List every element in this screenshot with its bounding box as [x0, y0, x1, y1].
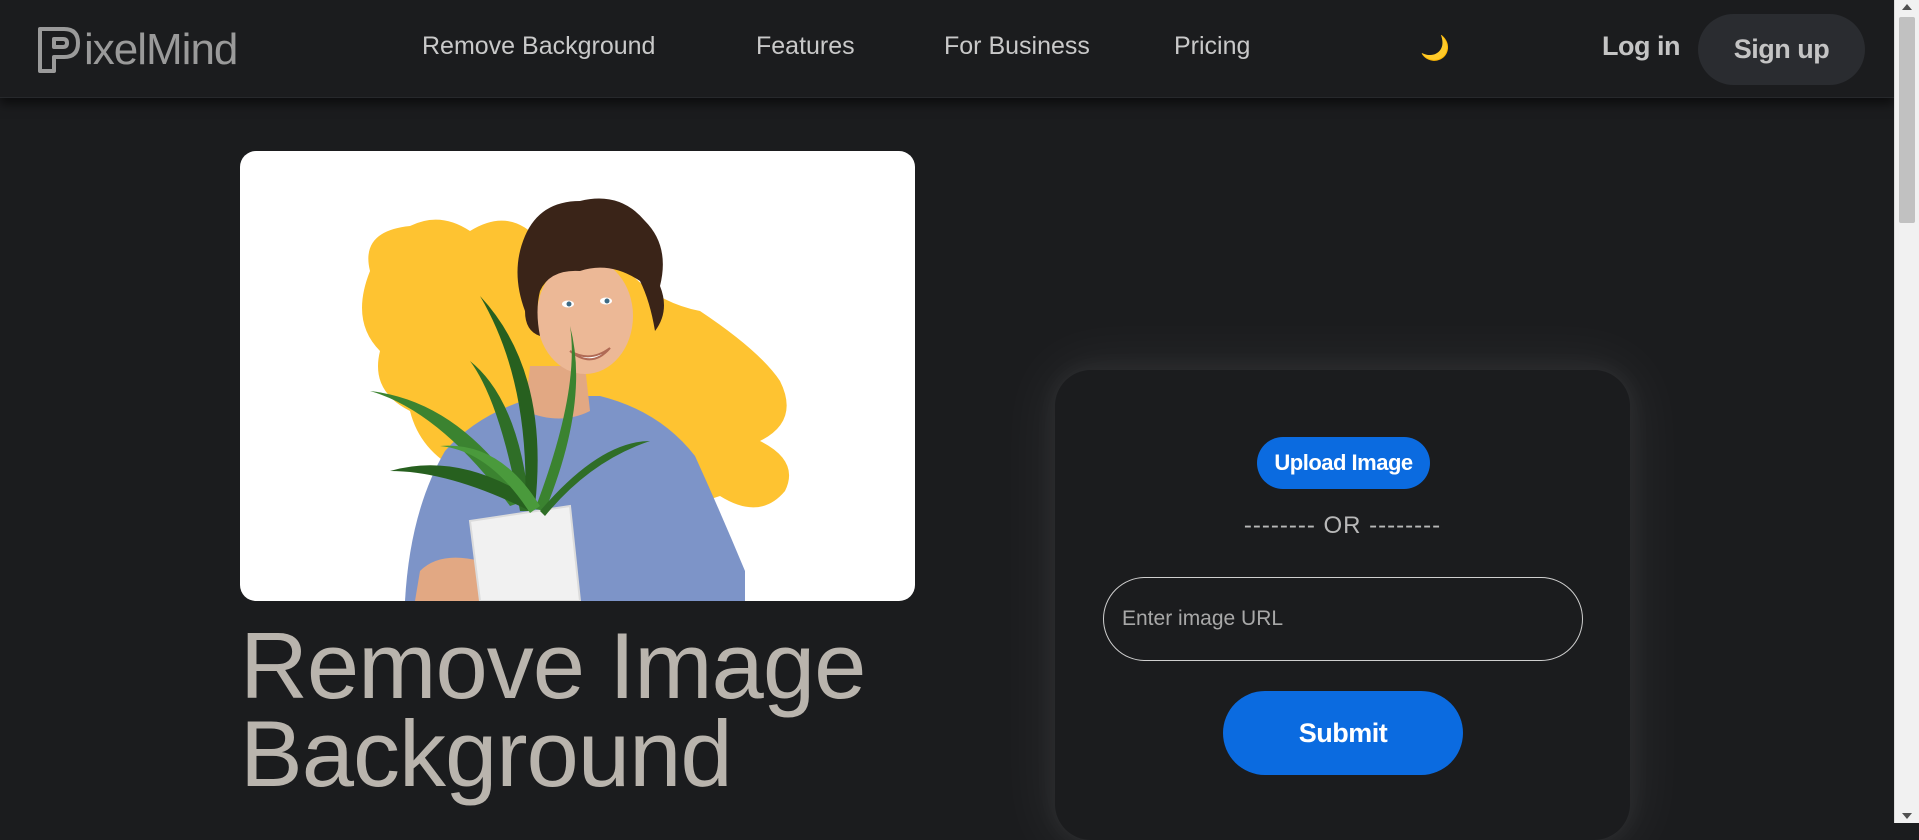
page-scrollbar[interactable] [1894, 0, 1919, 823]
plant-pot-shape [468, 504, 582, 601]
upload-card: Upload Image -------- OR -------- Submit [1055, 370, 1630, 840]
hero-title-line-2: Background [240, 701, 733, 806]
scroll-up-arrow-icon[interactable] [1902, 4, 1912, 10]
nav-link-for-business[interactable]: For Business [944, 32, 1090, 61]
hero-title-line-1: Remove Image [240, 613, 866, 718]
login-button[interactable]: Log in [1602, 31, 1680, 62]
signup-button[interactable]: Sign up [1698, 14, 1865, 85]
hero-illustration [362, 198, 790, 601]
nav-link-pricing[interactable]: Pricing [1174, 32, 1250, 61]
nav-link-remove-background[interactable]: Remove Background [422, 32, 655, 61]
upload-image-button[interactable]: Upload Image [1257, 437, 1430, 489]
image-url-input[interactable] [1103, 577, 1583, 661]
top-navbar: ixelMind Remove Background Features For … [0, 0, 1894, 98]
nav-link-features[interactable]: Features [756, 32, 855, 61]
scrollbar-thumb[interactable] [1899, 17, 1915, 223]
hero-image [240, 151, 915, 601]
or-divider: -------- OR -------- [1243, 512, 1442, 539]
hero-title: Remove Image Background [240, 613, 866, 806]
submit-button[interactable]: Submit [1223, 691, 1463, 775]
moon-icon[interactable]: 🌙 [1420, 35, 1450, 63]
scroll-down-arrow-icon[interactable] [1902, 813, 1912, 819]
